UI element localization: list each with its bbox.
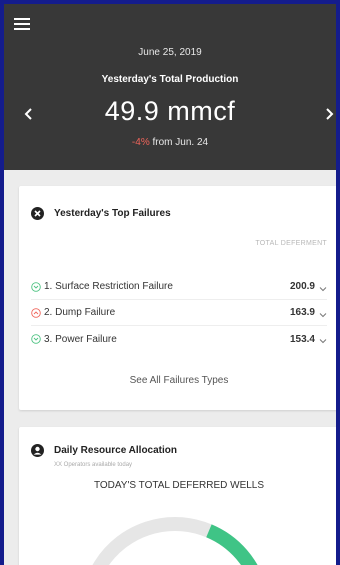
failures-card-title: Yesterday's Top Failures — [31, 207, 171, 220]
trend-up-icon — [31, 307, 41, 318]
failures-title-text: Yesterday's Top Failures — [54, 208, 171, 219]
failure-value: 153.4 — [289, 333, 315, 345]
account-circle-icon — [31, 444, 44, 457]
operators-subtitle: XX Operators available today — [54, 462, 133, 468]
top-failures-card: Yesterday's Top Failures TOTAL DEFERMENT… — [19, 186, 336, 410]
gauge-fill — [206, 524, 258, 565]
failure-row[interactable]: 2. Dump Failure 163.9 — [31, 300, 327, 326]
production-header: June 25, 2019 Yesterday's Total Producti… — [4, 4, 336, 170]
chevron-down-icon[interactable] — [319, 310, 327, 317]
allocation-card-title: Daily Resource Allocation — [31, 444, 177, 457]
deferred-wells-title: TODAY'S TOTAL DEFERRED WELLS — [93, 480, 265, 491]
production-value: 49.9 mmcf — [104, 96, 236, 126]
close-circle-icon — [31, 207, 44, 220]
change-text: from Jun. 24 — [149, 137, 209, 148]
chevron-down-icon[interactable] — [319, 336, 327, 344]
app-frame: June 25, 2019 Yesterday's Total Producti… — [4, 4, 336, 565]
change-percent: -4% — [131, 137, 150, 148]
allocation-title-text: Daily Resource Allocation — [54, 445, 177, 456]
failure-value: 163.9 — [289, 307, 315, 318]
resource-allocation-card: Daily Resource Allocation XX Operators a… — [19, 427, 336, 565]
failure-label: 1. Surface Restriction Failure — [44, 281, 173, 292]
production-title: Yesterday's Total Production — [101, 74, 239, 85]
failure-row[interactable]: 1. Surface Restriction Failure 200.9 — [31, 274, 327, 300]
production-change: -4% from Jun. 24 — [4, 137, 336, 148]
failure-label: 2. Dump Failure — [44, 307, 116, 318]
production-date: June 25, 2019 — [138, 47, 202, 58]
trend-down-icon — [31, 281, 41, 292]
failure-value: 200.9 — [289, 281, 315, 292]
failure-label: 3. Power Failure — [44, 333, 117, 345]
see-all-failures-link[interactable]: See All Failures Types — [19, 375, 336, 386]
total-deferment-header: TOTAL DEFERMENT — [255, 240, 327, 247]
failure-row[interactable]: 3. Power Failure 153.4 — [31, 326, 327, 352]
trend-down-icon — [31, 334, 41, 344]
menu-icon[interactable] — [14, 18, 30, 30]
chevron-down-icon[interactable] — [319, 284, 327, 291]
deferred-wells-gauge — [92, 517, 258, 565]
chevron-right-icon[interactable] — [322, 106, 336, 122]
